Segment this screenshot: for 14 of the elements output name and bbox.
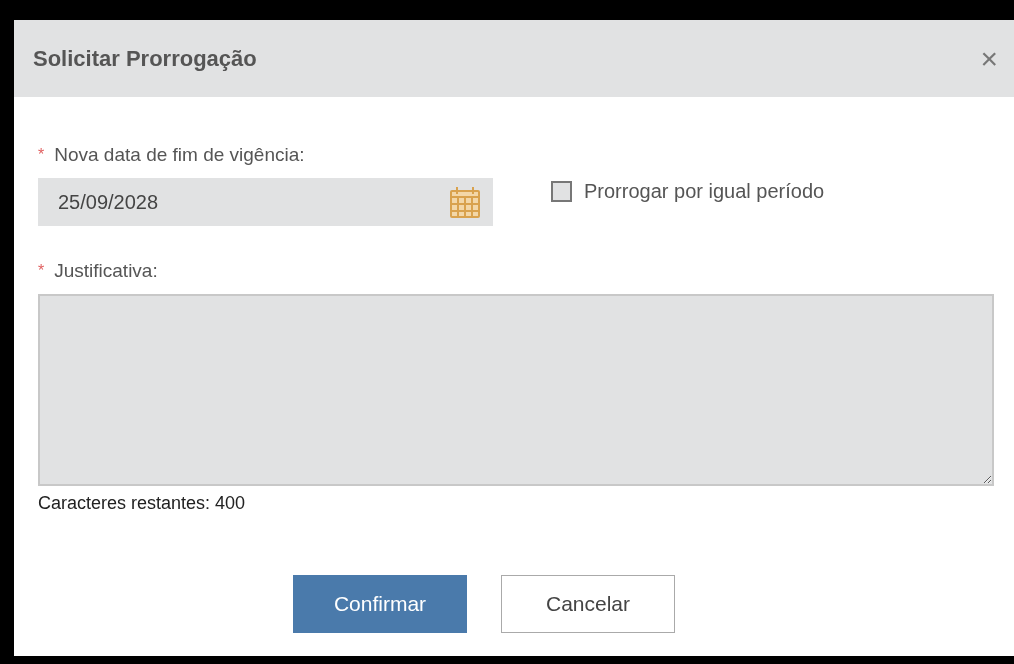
date-value: 25/09/2028	[58, 190, 159, 215]
cancel-button[interactable]: Cancelar	[501, 575, 675, 633]
dialog-title: Solicitar Prorrogação	[33, 45, 257, 73]
justification-field[interactable]	[38, 294, 994, 486]
checkbox[interactable]	[551, 180, 572, 202]
field-label: Nova data de fim de vigência:	[54, 142, 305, 167]
character-counter: Caracteres restantes: 400	[38, 492, 247, 515]
field-label: Justificativa:	[54, 258, 158, 283]
checkbox-label: Prorrogar por igual período	[584, 179, 825, 204]
date-field[interactable]: 25/09/2028	[38, 178, 493, 226]
required-mark: *	[38, 261, 45, 281]
calendar-icon[interactable]	[449, 185, 481, 219]
confirm-button[interactable]: Confirmar	[293, 575, 467, 633]
required-mark: *	[38, 145, 45, 165]
